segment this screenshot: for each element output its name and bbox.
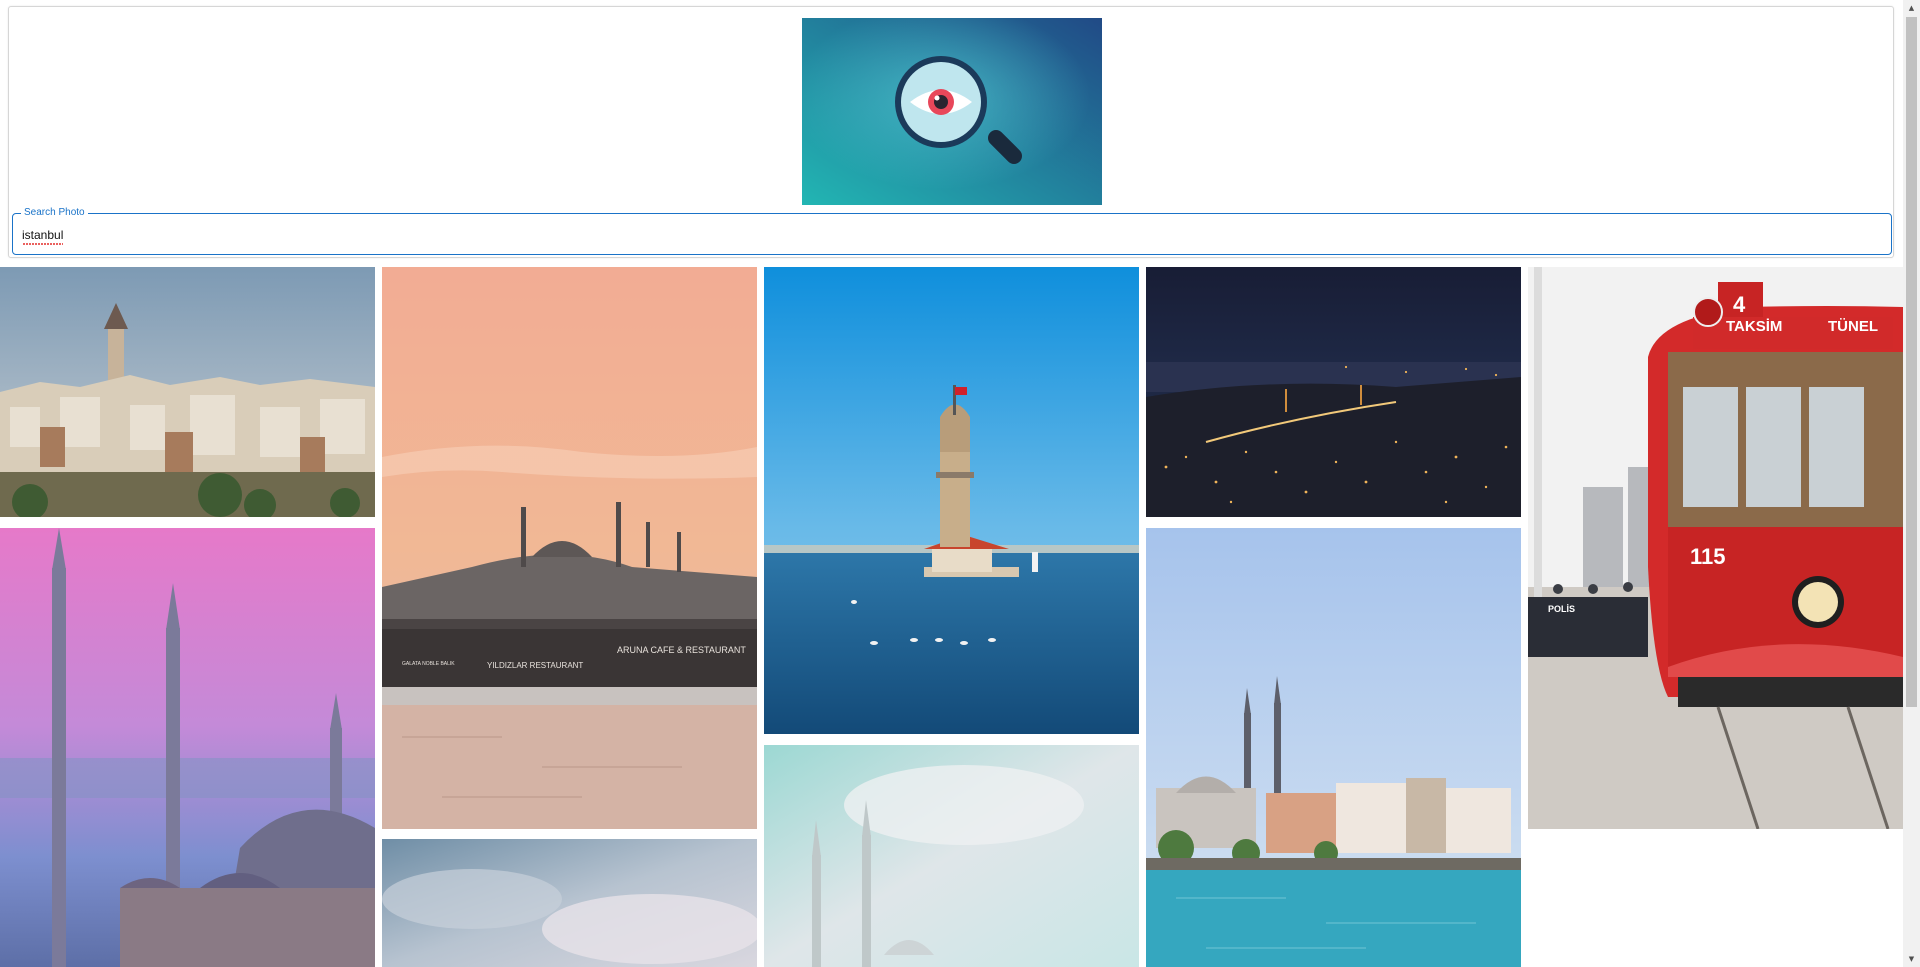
photo-taksim-tunel-tram[interactable]: POLİS 4 TAKSİM TÜNEL 115 [1528,267,1903,829]
app-logo [802,18,1102,205]
scroll-down-icon: ▼ [1908,955,1915,963]
photo-bosphorus-bridge-night[interactable] [1146,267,1521,517]
svg-text:4: 4 [1733,292,1746,317]
photo-suleymaniye-galata-bridge[interactable]: ARUNA CAFE & RESTAURANT YILDIZLAR RESTAU… [382,267,757,829]
scroll-thumb[interactable] [1906,17,1917,707]
scroll-up-icon: ▲ [1908,4,1915,12]
spellcheck-underline [23,243,63,246]
photo-sultan-ahmed-mosque-sunset[interactable] [0,528,375,967]
svg-text:115: 115 [1690,544,1726,569]
search-field[interactable]: Search Photo [12,207,1892,255]
search-legend: Search Photo [21,207,88,219]
svg-text:POLİS: POLİS [1548,604,1575,614]
photo-galata-tower-skyline[interactable] [0,267,375,517]
search-input[interactable] [22,225,1872,245]
scroll-down-button[interactable]: ▼ [1903,951,1920,967]
svg-text:YILDIZLAR RESTAURANT: YILDIZLAR RESTAURANT [487,661,583,670]
scroll-up-button[interactable]: ▲ [1903,0,1920,16]
svg-text:GALATA NOBLE BALIK: GALATA NOBLE BALIK [402,661,455,667]
photo-mosque-cloudy-sky[interactable] [764,745,1139,967]
photo-cloudy-sky[interactable] [382,839,757,967]
magnifier-eye-icon [802,18,1102,205]
svg-text:TÜNEL: TÜNEL [1828,318,1878,335]
page-scrollbar[interactable]: ▲ ▼ [1903,0,1920,967]
photo-maidens-tower[interactable] [764,267,1139,734]
photo-ortakoy-mosque[interactable] [1146,528,1521,967]
svg-text:TAKSİM: TAKSİM [1726,318,1782,335]
svg-text:ARUNA CAFE & RESTAURANT: ARUNA CAFE & RESTAURANT [617,645,746,655]
